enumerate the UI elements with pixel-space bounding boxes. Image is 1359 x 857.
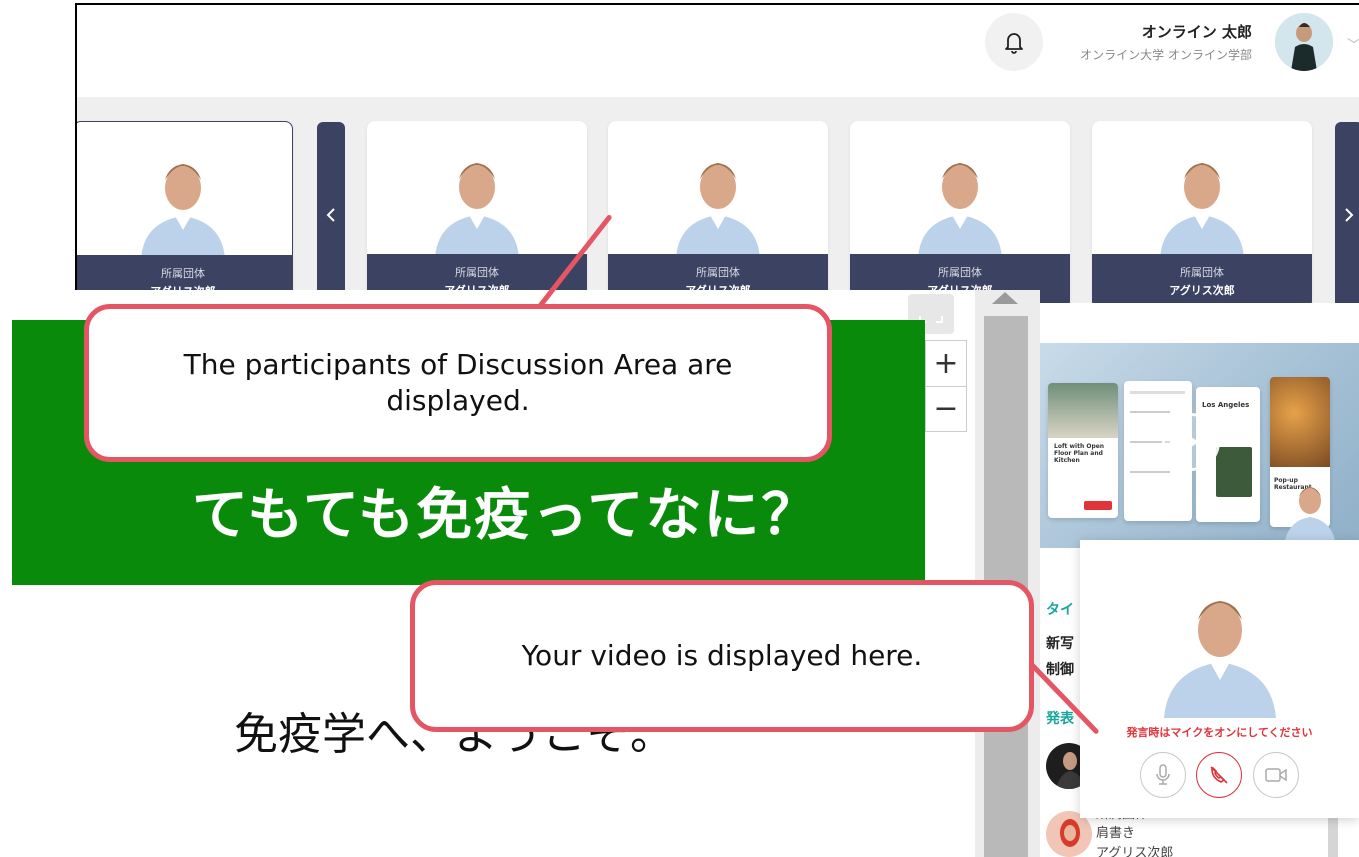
info-row: 制御	[1046, 662, 1074, 678]
info-row: 新写	[1046, 636, 1074, 652]
phone-off-icon	[1210, 766, 1228, 784]
play-icon	[1183, 432, 1199, 452]
scrollbar[interactable]	[1328, 813, 1338, 857]
callout-your-video-text: Your video is displayed here.	[521, 639, 923, 672]
thumb-card-1: Loft with Open Floor Plan and Kitchen	[1048, 383, 1118, 518]
callout-participants: The participants of Discussion Area are …	[84, 304, 832, 462]
play-button[interactable]	[1162, 413, 1220, 471]
participants-next-button[interactable]	[1335, 122, 1359, 303]
participant-card[interactable]: 所属団体アグリス次郎	[1092, 121, 1312, 303]
participant-org: 所属団体	[696, 266, 740, 279]
zoom-control: + −	[925, 340, 967, 432]
chevron-down-icon[interactable]: ﹀	[1347, 35, 1359, 54]
mic-toggle-button[interactable]	[1140, 752, 1186, 798]
presenter-section-title: 発表	[1046, 711, 1074, 727]
avatar[interactable]	[1275, 13, 1333, 71]
participants-screen: オンライン 太郎 オンライン大学 オンライン学部 ﹀	[75, 3, 1359, 303]
callout-your-video: Your video is displayed here.	[410, 580, 1034, 732]
participant-org: 所属団体	[161, 267, 205, 280]
bell-icon	[1005, 33, 1023, 54]
self-video-feed	[1150, 558, 1290, 718]
participant-card[interactable]: 所属団体アグリス次郎	[367, 121, 587, 303]
presenter-name: アグリス次郎	[1096, 846, 1174, 857]
participant-org: 所属団体	[938, 266, 982, 279]
participant-card[interactable]: 所属団体アグリス次郎	[850, 121, 1070, 303]
scroll-up-arrow-icon[interactable]	[992, 292, 1018, 304]
participant-photo	[850, 121, 1070, 259]
thumb-card-1-title: Loft with Open Floor Plan and Kitchen	[1054, 443, 1105, 464]
participants-prev-button[interactable]	[317, 122, 345, 303]
chevron-left-icon	[326, 208, 335, 222]
chevron-right-icon	[1345, 208, 1354, 222]
participant-photo	[1092, 121, 1312, 259]
zoom-in-button[interactable]: +	[926, 341, 966, 386]
video-thumbnail[interactable]: Loft with Open Floor Plan and Kitchen Lo…	[1040, 343, 1359, 548]
participant-org: 所属団体	[1180, 266, 1224, 279]
slide-title-text: てもても免疫ってなに？	[192, 483, 820, 548]
user-avatar-image	[1275, 13, 1333, 71]
participant-photo	[367, 121, 587, 259]
app-header: オンライン 太郎 オンライン大学 オンライン学部 ﹀	[77, 5, 1359, 97]
thumb-card-2-title: Los Angeles	[1202, 401, 1250, 409]
presenter-title: 肩書き	[1096, 826, 1136, 841]
participant-name: アグリス次郎	[1169, 284, 1235, 297]
microphone-icon	[1156, 764, 1170, 785]
participant-card[interactable]: 所属団体アグリス次郎	[77, 121, 293, 303]
user-name: オンライン 太郎	[1141, 23, 1252, 41]
hangup-button[interactable]	[1196, 752, 1242, 798]
callout-participants-text: The participants of Discussion Area are …	[183, 348, 733, 417]
self-video-panel: 発言時はマイクをオンにしてください	[1080, 540, 1359, 818]
mic-notice: 発言時はマイクをオンにしてください	[1126, 726, 1313, 739]
presenter-overlay-photo	[1284, 487, 1336, 548]
section-title: タイ	[1046, 602, 1074, 618]
user-affiliation: オンライン大学 オンライン学部	[1080, 48, 1252, 62]
zoom-out-button[interactable]: −	[926, 386, 966, 431]
camera-toggle-button[interactable]	[1253, 752, 1299, 798]
notification-bell-button[interactable]	[985, 13, 1043, 71]
video-camera-icon	[1265, 768, 1287, 782]
participant-org: 所属団体	[455, 266, 499, 279]
participant-card[interactable]: 所属団体アグリス次郎	[608, 121, 828, 303]
participant-photo	[77, 122, 292, 260]
participant-photo	[608, 121, 828, 259]
tutorial-screenshot: オンライン 太郎 オンライン大学 オンライン学部 ﹀	[0, 0, 1359, 857]
